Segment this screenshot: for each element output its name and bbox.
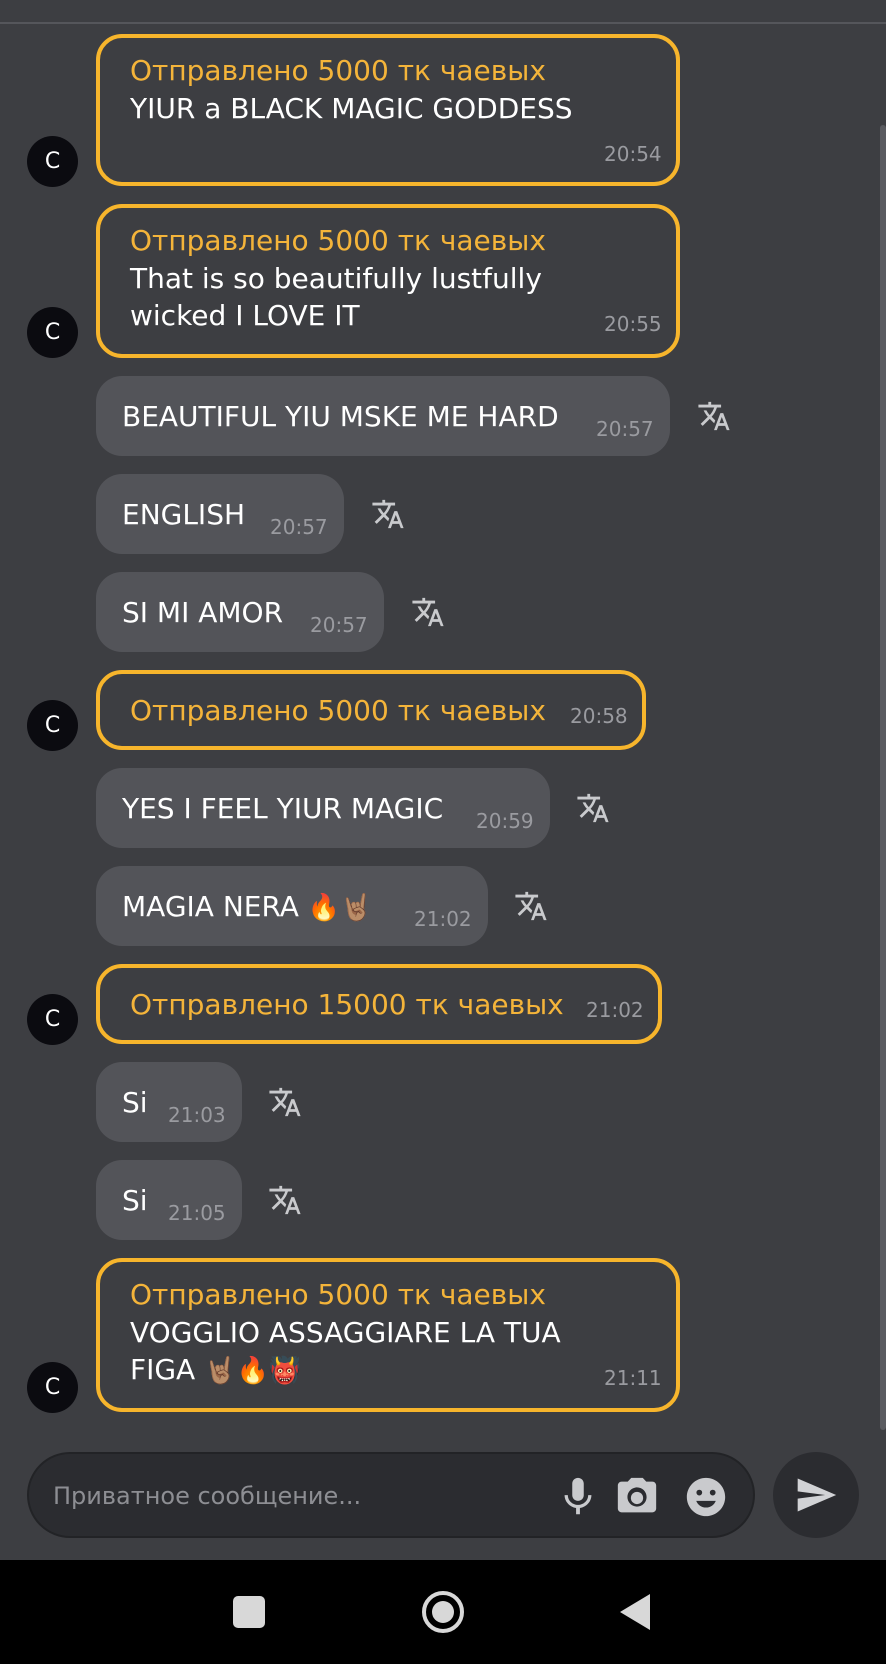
emoji-icon[interactable] xyxy=(683,1474,729,1520)
send-icon xyxy=(797,1478,837,1512)
tip-message[interactable]: Отправлено 5000 тк чаевых That is so bea… xyxy=(96,204,680,358)
avatar[interactable]: C xyxy=(27,700,78,751)
tip-amount-label: Отправлено 5000 тк чаевых xyxy=(130,54,546,87)
avatar[interactable]: C xyxy=(27,994,78,1045)
message-time: 21:11 xyxy=(604,1366,662,1390)
camera-icon[interactable] xyxy=(614,1474,660,1520)
translate-icon[interactable] xyxy=(411,595,445,629)
translate-icon[interactable] xyxy=(371,497,405,531)
tip-amount-label: Отправлено 5000 тк чаевых xyxy=(130,1278,546,1311)
translate-icon[interactable] xyxy=(697,399,731,433)
message-bubble[interactable]: YES I FEEL YIUR MAGIC 20:59 xyxy=(96,768,550,848)
translate-icon[interactable] xyxy=(514,889,548,923)
message-time: 20:57 xyxy=(596,417,654,441)
tip-amount-label: Отправлено 15000 тк чаевых xyxy=(130,988,564,1021)
message-input-bar xyxy=(27,1452,755,1538)
circle-icon[interactable] xyxy=(419,1588,467,1636)
message-text-line-with-emoji: FIGA 🤘🏽🔥👹 xyxy=(130,1351,301,1390)
tip-message[interactable]: Отправлено 5000 тк чаевых 20:58 xyxy=(96,670,646,750)
message-text: ENGLISH xyxy=(122,498,246,531)
chat-area[interactable]: C Отправлено 5000 тк чаевых YIUR a BLACK… xyxy=(0,26,886,1436)
message-time: 20:57 xyxy=(310,613,368,637)
message-text: MAGIA NERA xyxy=(122,890,299,923)
avatar[interactable]: C xyxy=(27,136,78,187)
microphone-icon[interactable] xyxy=(555,1474,601,1520)
tip-amount-label: Отправлено 5000 тк чаевых xyxy=(130,694,546,727)
system-nav-bar xyxy=(0,1560,886,1664)
message-bubble[interactable]: ENGLISH 20:57 xyxy=(96,474,344,554)
message-time: 21:03 xyxy=(168,1103,226,1127)
tip-message[interactable]: Отправлено 5000 тк чаевых YIUR a BLACK M… xyxy=(96,34,680,186)
message-input[interactable] xyxy=(53,1476,533,1516)
message-time: 20:54 xyxy=(604,142,662,166)
message-time: 21:02 xyxy=(414,907,472,931)
message-text: YES I FEEL YIUR MAGIC xyxy=(122,792,444,825)
message-time: 20:59 xyxy=(476,809,534,833)
message-text-line: wicked I LOVE IT xyxy=(130,299,360,332)
message-time: 21:05 xyxy=(168,1201,226,1225)
top-bar xyxy=(0,0,886,24)
avatar[interactable]: C xyxy=(27,307,78,358)
send-button[interactable] xyxy=(773,1452,859,1538)
message-text: BEAUTIFUL YIU MSKE ME HARD xyxy=(122,400,559,433)
message-text-with-emoji: MAGIA NERA 🔥🤘🏽 xyxy=(122,890,373,923)
emoji: 🤘🏽🔥👹 xyxy=(204,1356,302,1386)
tip-amount-label: Отправлено 5000 тк чаевых xyxy=(130,224,546,257)
message-text: Si xyxy=(122,1184,148,1217)
message-time: 21:02 xyxy=(586,998,644,1022)
message-text: FIGA xyxy=(130,1353,196,1386)
message-text: YIUR a BLACK MAGIC GODDESS xyxy=(130,92,573,125)
emoji: 🔥🤘🏽 xyxy=(307,893,373,923)
message-time: 20:57 xyxy=(270,515,328,539)
message-bubble[interactable]: Si 21:03 xyxy=(96,1062,242,1142)
message-bubble[interactable]: MAGIA NERA 🔥🤘🏽 21:02 xyxy=(96,866,488,946)
message-bubble[interactable]: Si 21:05 xyxy=(96,1160,242,1240)
avatar[interactable]: C xyxy=(27,1362,78,1413)
message-bubble[interactable]: BEAUTIFUL YIU MSKE ME HARD 20:57 xyxy=(96,376,670,456)
scrollbar[interactable] xyxy=(880,125,886,1430)
message-text-line: VOGGLIO ASSAGGIARE LA TUA xyxy=(130,1316,561,1349)
translate-icon[interactable] xyxy=(268,1085,302,1119)
message-text: Si xyxy=(122,1086,148,1119)
message-time: 20:58 xyxy=(570,704,628,728)
message-text: SI MI AMOR xyxy=(122,596,284,629)
square-icon[interactable] xyxy=(225,1588,273,1636)
translate-icon[interactable] xyxy=(268,1183,302,1217)
message-time: 20:55 xyxy=(604,312,662,336)
tip-message[interactable]: Отправлено 15000 тк чаевых 21:02 xyxy=(96,964,662,1044)
tip-message[interactable]: Отправлено 5000 тк чаевых VOGGLIO ASSAGG… xyxy=(96,1258,680,1412)
translate-icon[interactable] xyxy=(576,791,610,825)
message-text-line: That is so beautifully lustfully xyxy=(130,262,542,295)
message-bubble[interactable]: SI MI AMOR 20:57 xyxy=(96,572,384,652)
triangle-back-icon[interactable] xyxy=(612,1588,660,1636)
